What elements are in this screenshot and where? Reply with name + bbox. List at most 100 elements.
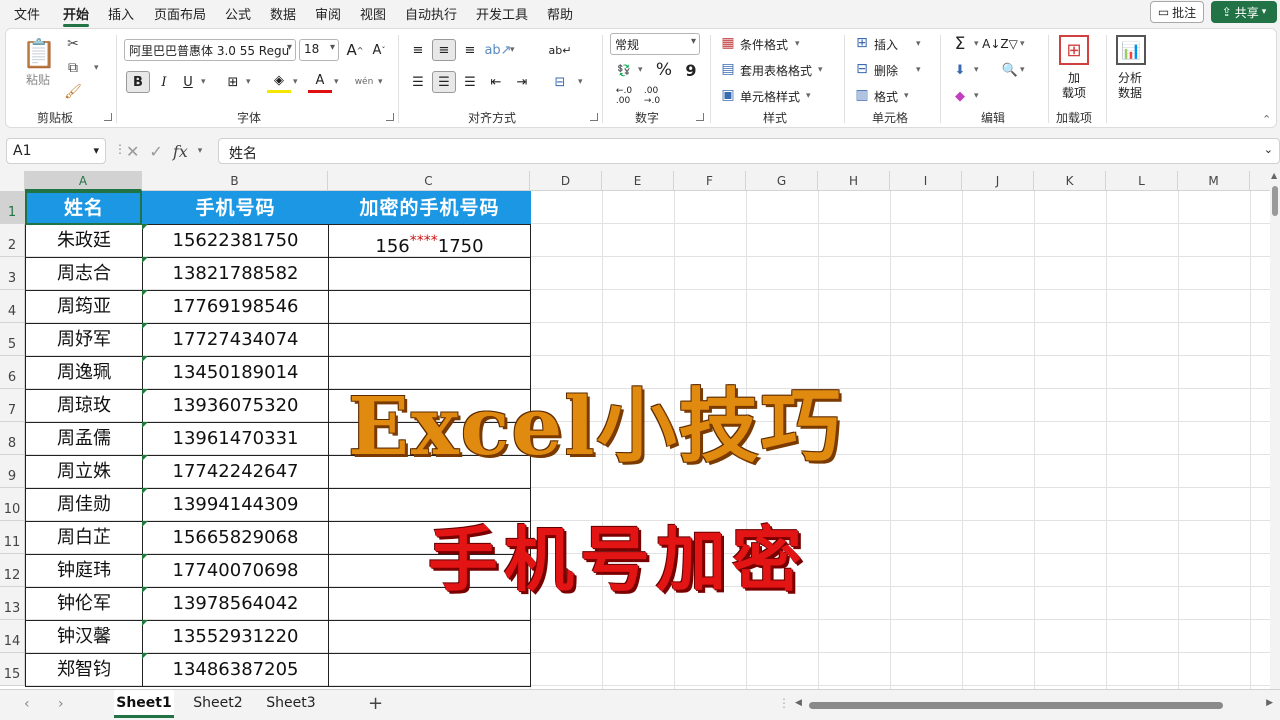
cancel-icon[interactable]: ✕ [126,142,139,161]
phone-cell[interactable]: 13486387205 [142,653,329,687]
chevron-down-icon[interactable]: ▾ [1020,39,1025,49]
phone-cell[interactable]: 17769198546 [142,290,329,324]
expand-formula-icon[interactable]: ⌄ [1264,143,1273,156]
menu-page-layout[interactable]: 页面布局 [154,4,206,23]
column-header-l[interactable]: L [1106,171,1178,191]
chevron-down-icon[interactable]: ▾ [974,91,979,101]
column-header-g[interactable]: G [746,171,818,191]
format-painter-icon[interactable]: 🖌 [64,83,82,101]
orientation-icon[interactable]: ab↗ [484,39,511,61]
phone-cell[interactable]: 17742242647 [142,455,329,489]
name-cell[interactable]: 周立姝 [25,455,143,489]
share-button[interactable]: ⇪ 共享 ▾ [1211,1,1277,23]
phone-cell[interactable]: 13821788582 [142,257,329,291]
comment-button[interactable]: ▭ 批注 [1150,1,1204,23]
menu-file[interactable]: 文件 [14,4,40,23]
format-cells-button[interactable]: 格式 [874,88,898,105]
column-header-b[interactable]: B [142,171,328,191]
italic-button[interactable]: I [152,71,176,93]
chevron-down-icon[interactable]: ▾ [334,77,339,87]
chevron-down-icon[interactable]: ▾ [201,77,206,87]
decrease-decimal-icon[interactable]: .00 →.0 [640,85,664,107]
increase-font-icon[interactable]: A ^ [343,39,367,61]
phone-cell[interactable]: 13994144309 [142,488,329,522]
tab-split-icon[interactable]: ⋮ [778,696,790,710]
row-header-12[interactable]: 12 [0,554,25,587]
row-header-14[interactable]: 14 [0,620,25,653]
header-cell-b[interactable]: 手机号码 [142,191,329,225]
fill-color-icon[interactable]: ◈ [267,71,291,93]
align-center-icon[interactable]: ☰ [432,71,456,93]
border-icon[interactable]: ⊞ [221,71,245,93]
fill-icon[interactable]: ⬇ [948,59,972,81]
decrease-font-icon[interactable]: Aˇ [367,39,391,61]
name-cell[interactable]: 钟汉馨 [25,620,143,654]
vertical-scroll-thumb[interactable] [1272,186,1278,216]
clear-icon[interactable]: ◆ [948,85,972,107]
name-box[interactable]: A1 ▾ [6,138,106,164]
merge-center-icon[interactable]: ⊟ [548,71,572,93]
enter-icon[interactable]: ✓ [149,142,162,161]
name-cell[interactable]: 朱政廷 [25,224,143,258]
bold-button[interactable]: B [126,71,150,93]
increase-decimal-icon[interactable]: ←.0.00 [612,85,636,107]
menu-data[interactable]: 数据 [270,4,296,23]
sheet-tab-1[interactable]: Sheet1 [114,690,174,718]
chevron-down-icon[interactable]: ▾ [198,146,203,156]
row-header-2[interactable]: 2 [0,224,25,257]
row-header-1[interactable]: 1 [0,191,25,224]
sort-filter-icon[interactable]: A↓Z▽ [982,33,1018,55]
scroll-left-icon[interactable]: ◀ [795,698,802,708]
cut-icon[interactable]: ✂ [64,35,82,53]
scroll-right-icon[interactable]: ▶ [1266,698,1273,708]
column-header-j[interactable]: J [962,171,1034,191]
column-header-k[interactable]: K [1034,171,1106,191]
row-header-13[interactable]: 13 [0,587,25,620]
row-header-4[interactable]: 4 [0,290,25,323]
menu-home[interactable]: 开始 [63,4,90,27]
name-cell[interactable]: 周逸珮 [25,356,143,390]
comma-style-button[interactable]: 9 [679,59,703,81]
sheet-tab-3[interactable]: Sheet3 [261,690,321,718]
insert-cells-button[interactable]: 插入 [874,36,898,53]
chevron-down-icon[interactable]: ▾ [974,39,979,49]
scroll-up-icon[interactable]: ▲ [1271,171,1277,180]
row-header-9[interactable]: 9 [0,455,25,488]
column-header-m[interactable]: M [1178,171,1250,191]
paste-icon[interactable]: 📋 [22,35,57,71]
row-header-15[interactable]: 15 [0,653,25,686]
name-cell[interactable]: 周妤军 [25,323,143,357]
font-color-icon[interactable]: A [308,71,332,93]
name-cell[interactable]: 郑智钧 [25,653,143,687]
autosum-icon[interactable]: Σ [948,33,972,55]
chevron-down-icon[interactable]: ▾ [795,39,800,49]
header-cell-c[interactable]: 加密的手机号码 [328,191,531,225]
chevron-down-icon[interactable]: ▾ [916,39,921,49]
clipboard-launcher[interactable] [104,113,112,121]
name-cell[interactable]: 周佳勋 [25,488,143,522]
chevron-down-icon[interactable]: ▾ [974,65,979,75]
chevron-down-icon[interactable]: ▾ [94,63,99,73]
column-header-a[interactable]: A [25,171,142,191]
row-header-10[interactable]: 10 [0,488,25,521]
currency-icon[interactable]: 💱 [612,59,636,81]
column-header-f[interactable]: F [674,171,746,191]
encrypted-phone-cell[interactable]: 156****1750 [328,224,531,258]
number-launcher[interactable] [696,113,704,121]
encrypted-phone-cell[interactable] [328,290,531,324]
chevron-down-icon[interactable]: ▾ [818,65,823,75]
chevron-down-icon[interactable]: ▾ [638,65,643,75]
chevron-down-icon[interactable]: ▾ [578,77,583,87]
wrap-text-icon[interactable]: ab↵ [548,39,572,61]
phone-cell[interactable]: 13936075320 [142,389,329,423]
chevron-down-icon[interactable]: ▾ [510,45,515,55]
column-header-i[interactable]: I [890,171,962,191]
menu-help[interactable]: 帮助 [547,4,573,23]
underline-button[interactable]: U [176,71,200,93]
menu-formulas[interactable]: 公式 [225,4,251,23]
menu-automate[interactable]: 自动执行 [405,4,457,23]
chevron-down-icon[interactable]: ▾ [904,91,909,101]
worksheet-grid[interactable]: ABCDEFGHIJKLM 1 2 3 4 5 6 7 8 9 10 11 12 13 14 15 姓名 手机… [0,171,1270,689]
chevron-down-icon[interactable]: ▾ [806,91,811,101]
align-middle-icon[interactable]: ≡ [432,39,456,61]
